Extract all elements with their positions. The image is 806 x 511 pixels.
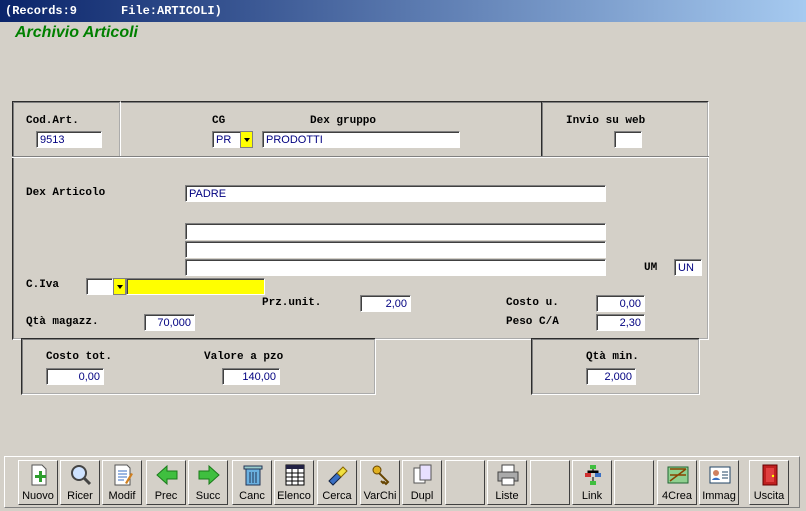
dex-gruppo-label: Dex gruppo	[310, 115, 377, 127]
dex-articolo-line-3[interactable]	[185, 241, 606, 258]
cg-field[interactable]: PR	[212, 131, 241, 148]
toolbar-button-empty-14[interactable]	[614, 460, 654, 505]
toolbar-button-link[interactable]: Link	[572, 460, 612, 505]
toolbar-button-label: Elenco	[277, 490, 311, 502]
toolbar-button-dupl[interactable]: Dupl	[402, 460, 442, 505]
toolbar-button-label: Ricer	[67, 490, 93, 502]
dex-articolo-field[interactable]: PADRE	[185, 185, 606, 202]
peso-ca-label: Peso C/A	[506, 316, 559, 328]
invio-web-field[interactable]	[614, 131, 642, 148]
valore-pzo-field[interactable]: 140,00	[222, 368, 280, 385]
toolbar: Nuovo Ricer Modif Prec Succ Canc Elenco Cerca Va…	[4, 456, 800, 508]
arrow-left-icon	[155, 463, 179, 487]
dex-gruppo-field[interactable]: PRODOTTI	[262, 131, 460, 148]
toolbar-button-succ[interactable]: Succ	[188, 460, 228, 505]
cod-art-label: Cod.Art.	[26, 115, 79, 127]
toolbar-button-prec[interactable]: Prec	[146, 460, 186, 505]
toolbar-button-label: Liste	[495, 490, 519, 502]
printer-icon	[496, 463, 520, 487]
toolbar-button-label: Nuovo	[22, 490, 54, 502]
toolbar-button-liste[interactable]: Liste	[487, 460, 527, 505]
keys-icon	[369, 463, 393, 487]
toolbar-button-label: Dupl	[410, 490, 434, 502]
magnifier-icon	[69, 463, 93, 487]
toolbar-button-elenco[interactable]: Elenco	[274, 460, 314, 505]
dex-articolo-label: Dex Articolo	[26, 187, 106, 199]
page-title: Archivio Articoli	[15, 24, 138, 41]
toolbar-button-cerca[interactable]: Cerca	[317, 460, 357, 505]
toolbar-button-empty-12[interactable]	[530, 460, 570, 505]
qta-min-field[interactable]: 2,000	[586, 368, 636, 385]
qta-magazz-label: Qtà magazz.	[26, 316, 99, 328]
file-name: File:ARTICOLI)	[121, 4, 222, 18]
toolbar-button-label: Uscita	[753, 490, 785, 502]
toolbar-button-nuovo[interactable]: Nuovo	[18, 460, 58, 505]
arrow-right-icon	[197, 463, 221, 487]
c-iva-description-field[interactable]	[126, 278, 265, 295]
divider	[12, 156, 709, 158]
edit-doc-icon	[111, 463, 135, 487]
dex-articolo-line-4[interactable]	[185, 259, 606, 276]
peso-ca-field[interactable]: 2,30	[596, 314, 645, 331]
toolbar-button-immag[interactable]: Immag	[699, 460, 739, 505]
code-frame	[12, 101, 121, 158]
toolbar-button-label: Modif	[108, 490, 136, 502]
exit-door-icon	[758, 463, 782, 487]
toolbar-button-label: Immag	[702, 490, 736, 502]
costo-u-field[interactable]: 0,00	[596, 295, 645, 312]
cg-dropdown-button[interactable]	[240, 131, 253, 148]
invio-web-label: Invio su web	[566, 115, 646, 127]
dex-articolo-line-2[interactable]	[185, 223, 606, 240]
toolbar-button-label: VarChi	[363, 490, 397, 502]
valore-pzo-label: Valore a pzo	[204, 351, 284, 363]
table-icon	[283, 463, 307, 487]
c-iva-label: C.Iva	[26, 279, 60, 291]
toolbar-button-empty-10[interactable]	[445, 460, 485, 505]
toolbar-button-label: Prec	[154, 490, 178, 502]
duplicate-icon	[411, 463, 435, 487]
costo-tot-field[interactable]: 0,00	[46, 368, 104, 385]
toolbar-button-ricer[interactable]: Ricer	[60, 460, 100, 505]
toolbar-button-label: Link	[581, 490, 603, 502]
toolbar-button-varchi[interactable]: VarChi	[360, 460, 400, 505]
c-iva-code-field[interactable]	[86, 278, 113, 295]
costo-tot-label: Costo tot.	[46, 351, 113, 363]
flashlight-icon	[326, 463, 350, 487]
costo-u-label: Costo u.	[506, 297, 559, 309]
web-frame	[541, 101, 709, 158]
toolbar-button-uscita[interactable]: Uscita	[749, 460, 789, 505]
prz-unit-field[interactable]: 2,00	[360, 295, 411, 312]
toolbar-button-label: 4Crea	[662, 490, 692, 502]
toolbar-button-label: Cerca	[322, 490, 352, 502]
qta-magazz-field[interactable]: 70,000	[144, 314, 195, 331]
prz-unit-label: Prz.unit.	[262, 297, 322, 309]
cod-art-field[interactable]: 9513	[36, 131, 102, 148]
toolbar-button-4crea[interactable]: 4Crea	[657, 460, 697, 505]
totals-frame	[21, 338, 376, 395]
toolbar-button-canc[interactable]: Canc	[232, 460, 272, 505]
cg-label: CG	[212, 115, 226, 127]
toolbar-button-label: Canc	[239, 490, 265, 502]
tree-icon	[581, 463, 605, 487]
id-card-icon	[708, 463, 732, 487]
trash-icon	[241, 463, 265, 487]
um-field[interactable]: UN	[674, 259, 702, 276]
title-bar: (Records:9 File:ARTICOLI)	[0, 0, 806, 22]
min-qty-frame	[531, 338, 700, 395]
toolbar-button-label: Succ	[195, 490, 221, 502]
build-icon	[666, 463, 690, 487]
qta-min-label: Qtà min.	[586, 351, 639, 363]
toolbar-button-modif[interactable]: Modif	[102, 460, 142, 505]
c-iva-dropdown-button[interactable]	[113, 278, 126, 295]
new-doc-icon	[27, 463, 51, 487]
records-count: (Records:9	[5, 4, 78, 18]
um-label: UM	[644, 262, 658, 274]
